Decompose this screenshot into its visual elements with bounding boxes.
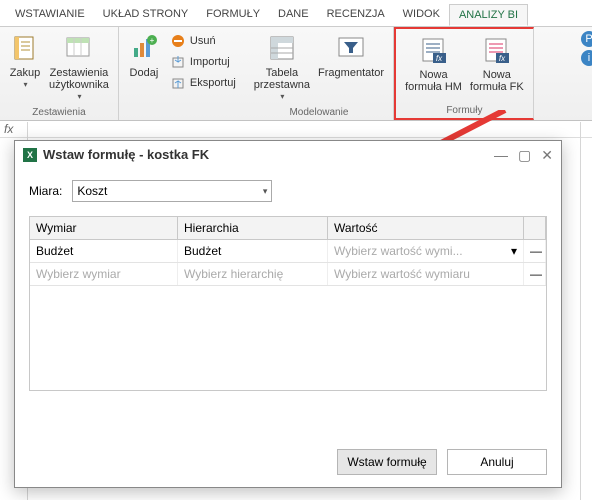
svg-text:+: + bbox=[150, 36, 155, 45]
group-label: Zestawienia bbox=[5, 106, 113, 118]
tab-analizy-bi[interactable]: ANALIZY BI bbox=[449, 4, 528, 26]
book-icon bbox=[9, 32, 41, 64]
remove-row-button[interactable]: — bbox=[524, 240, 546, 262]
maximize-button[interactable]: ▢ bbox=[518, 149, 531, 161]
group-formuly: fx Nowa formuła HM fx Nowa formuła FK Fo… bbox=[394, 27, 534, 120]
dialog-titlebar: X Wstaw formułę - kostka FK — ▢ ✕ bbox=[15, 141, 561, 168]
chevron-down-icon: ▾ bbox=[511, 244, 517, 258]
cell-wartosc[interactable]: Wybierz wartość wymi...▾ bbox=[328, 240, 524, 262]
slicer-icon bbox=[335, 32, 367, 64]
spreadsheet-icon bbox=[63, 32, 95, 64]
tab-formuly[interactable]: FORMUŁY bbox=[197, 4, 269, 26]
importuj-button[interactable]: Importuj bbox=[168, 53, 238, 71]
nowa-formula-fk-button[interactable]: fx Nowa formuła FK bbox=[466, 32, 528, 95]
cell-wartosc-placeholder[interactable]: Wybierz wartość wymiaru bbox=[328, 263, 524, 285]
chevron-down-icon: ▾ bbox=[23, 79, 27, 91]
chevron-down-icon: ▾ bbox=[77, 91, 81, 103]
export-icon bbox=[170, 75, 186, 91]
formula-bar[interactable]: fx bbox=[0, 121, 592, 138]
close-button[interactable]: ✕ bbox=[541, 149, 553, 161]
insert-formula-dialog: X Wstaw formułę - kostka FK — ▢ ✕ Miara:… bbox=[14, 140, 562, 488]
help-p-icon[interactable]: P bbox=[581, 31, 592, 47]
svg-text:fx: fx bbox=[435, 54, 442, 63]
cell-hierarchia-placeholder[interactable]: Wybierz hierarchię bbox=[178, 263, 328, 285]
col-wymiar: Wymiar bbox=[30, 217, 178, 239]
grid-row: Wybierz wymiar Wybierz hierarchię Wybier… bbox=[30, 263, 546, 286]
remove-row-button[interactable]: — bbox=[524, 263, 546, 285]
eksportuj-button[interactable]: Eksportuj bbox=[168, 74, 238, 92]
col-hierarchia: Hierarchia bbox=[178, 217, 328, 239]
excel-icon: X bbox=[23, 148, 37, 162]
group-label: Formuły bbox=[401, 104, 528, 116]
grid-row: Budżet Budżet Wybierz wartość wymi...▾ — bbox=[30, 240, 546, 263]
svg-text:fx: fx bbox=[499, 54, 506, 63]
anuluj-button[interactable]: Anuluj bbox=[447, 449, 547, 475]
chevron-down-icon: ▾ bbox=[280, 91, 284, 103]
tab-widok[interactable]: WIDOK bbox=[394, 4, 449, 26]
delete-icon bbox=[170, 33, 186, 49]
cell-wymiar[interactable]: Budżet bbox=[30, 240, 178, 262]
formula-hm-icon: fx bbox=[418, 34, 450, 66]
formula-fk-icon: fx bbox=[481, 34, 513, 66]
zakup-button[interactable]: Zakup ▾ bbox=[5, 30, 45, 93]
cell-hierarchia[interactable]: Budżet bbox=[178, 240, 328, 262]
tabela-przestawna-button[interactable]: Tabela przestawna ▾ bbox=[250, 30, 314, 105]
col-wartosc: Wartość bbox=[328, 217, 524, 239]
dialog-title: Wstaw formułę - kostka FK bbox=[43, 147, 209, 162]
wstaw-formule-button[interactable]: Wstaw formułę bbox=[337, 449, 437, 475]
dimensions-grid: Wymiar Hierarchia Wartość Budżet Budżet … bbox=[29, 216, 547, 391]
chart-add-icon: + bbox=[128, 32, 160, 64]
miara-label: Miara: bbox=[29, 184, 62, 198]
tab-dane[interactable]: DANE bbox=[269, 4, 318, 26]
tab-uklad-strony[interactable]: UKŁAD STRONY bbox=[94, 4, 198, 26]
chevron-down-icon: ▾ bbox=[263, 186, 268, 197]
usun-button[interactable]: Usuń bbox=[168, 32, 238, 50]
cell-wymiar-placeholder[interactable]: Wybierz wymiar bbox=[30, 263, 178, 285]
help-i-icon[interactable]: i bbox=[581, 50, 592, 66]
tab-wstawianie[interactable]: WSTAWIANIE bbox=[6, 4, 94, 26]
group-dodaj: + Dodaj Usuń Importuj Eksportuj bbox=[119, 27, 245, 120]
ribbon-tabs: WSTAWIANIE UKŁAD STRONY FORMUŁY DANE REC… bbox=[0, 0, 592, 26]
nowa-formula-hm-button[interactable]: fx Nowa formuła HM bbox=[401, 32, 466, 95]
import-icon bbox=[170, 54, 186, 70]
fragmentator-button[interactable]: Fragmentator bbox=[314, 30, 388, 81]
group-zestawienia: Zakup ▾ Zestawienia użytkownika ▾ Zestaw… bbox=[0, 27, 119, 120]
fx-label: fx bbox=[4, 122, 13, 136]
zestawienia-uzytkownika-button[interactable]: Zestawienia użytkownika ▾ bbox=[45, 30, 113, 105]
pivot-table-icon bbox=[266, 32, 298, 64]
minimize-button[interactable]: — bbox=[494, 149, 508, 161]
tab-recenzja[interactable]: RECENZJA bbox=[318, 4, 394, 26]
dodaj-button[interactable]: + Dodaj bbox=[124, 30, 164, 81]
miara-combo[interactable]: Koszt ▾ bbox=[72, 180, 272, 202]
ribbon: Zakup ▾ Zestawienia użytkownika ▾ Zestaw… bbox=[0, 26, 592, 121]
group-label: Modelowanie bbox=[250, 106, 388, 118]
group-modelowanie: Tabela przestawna ▾ Fragmentator Modelow… bbox=[245, 27, 394, 120]
